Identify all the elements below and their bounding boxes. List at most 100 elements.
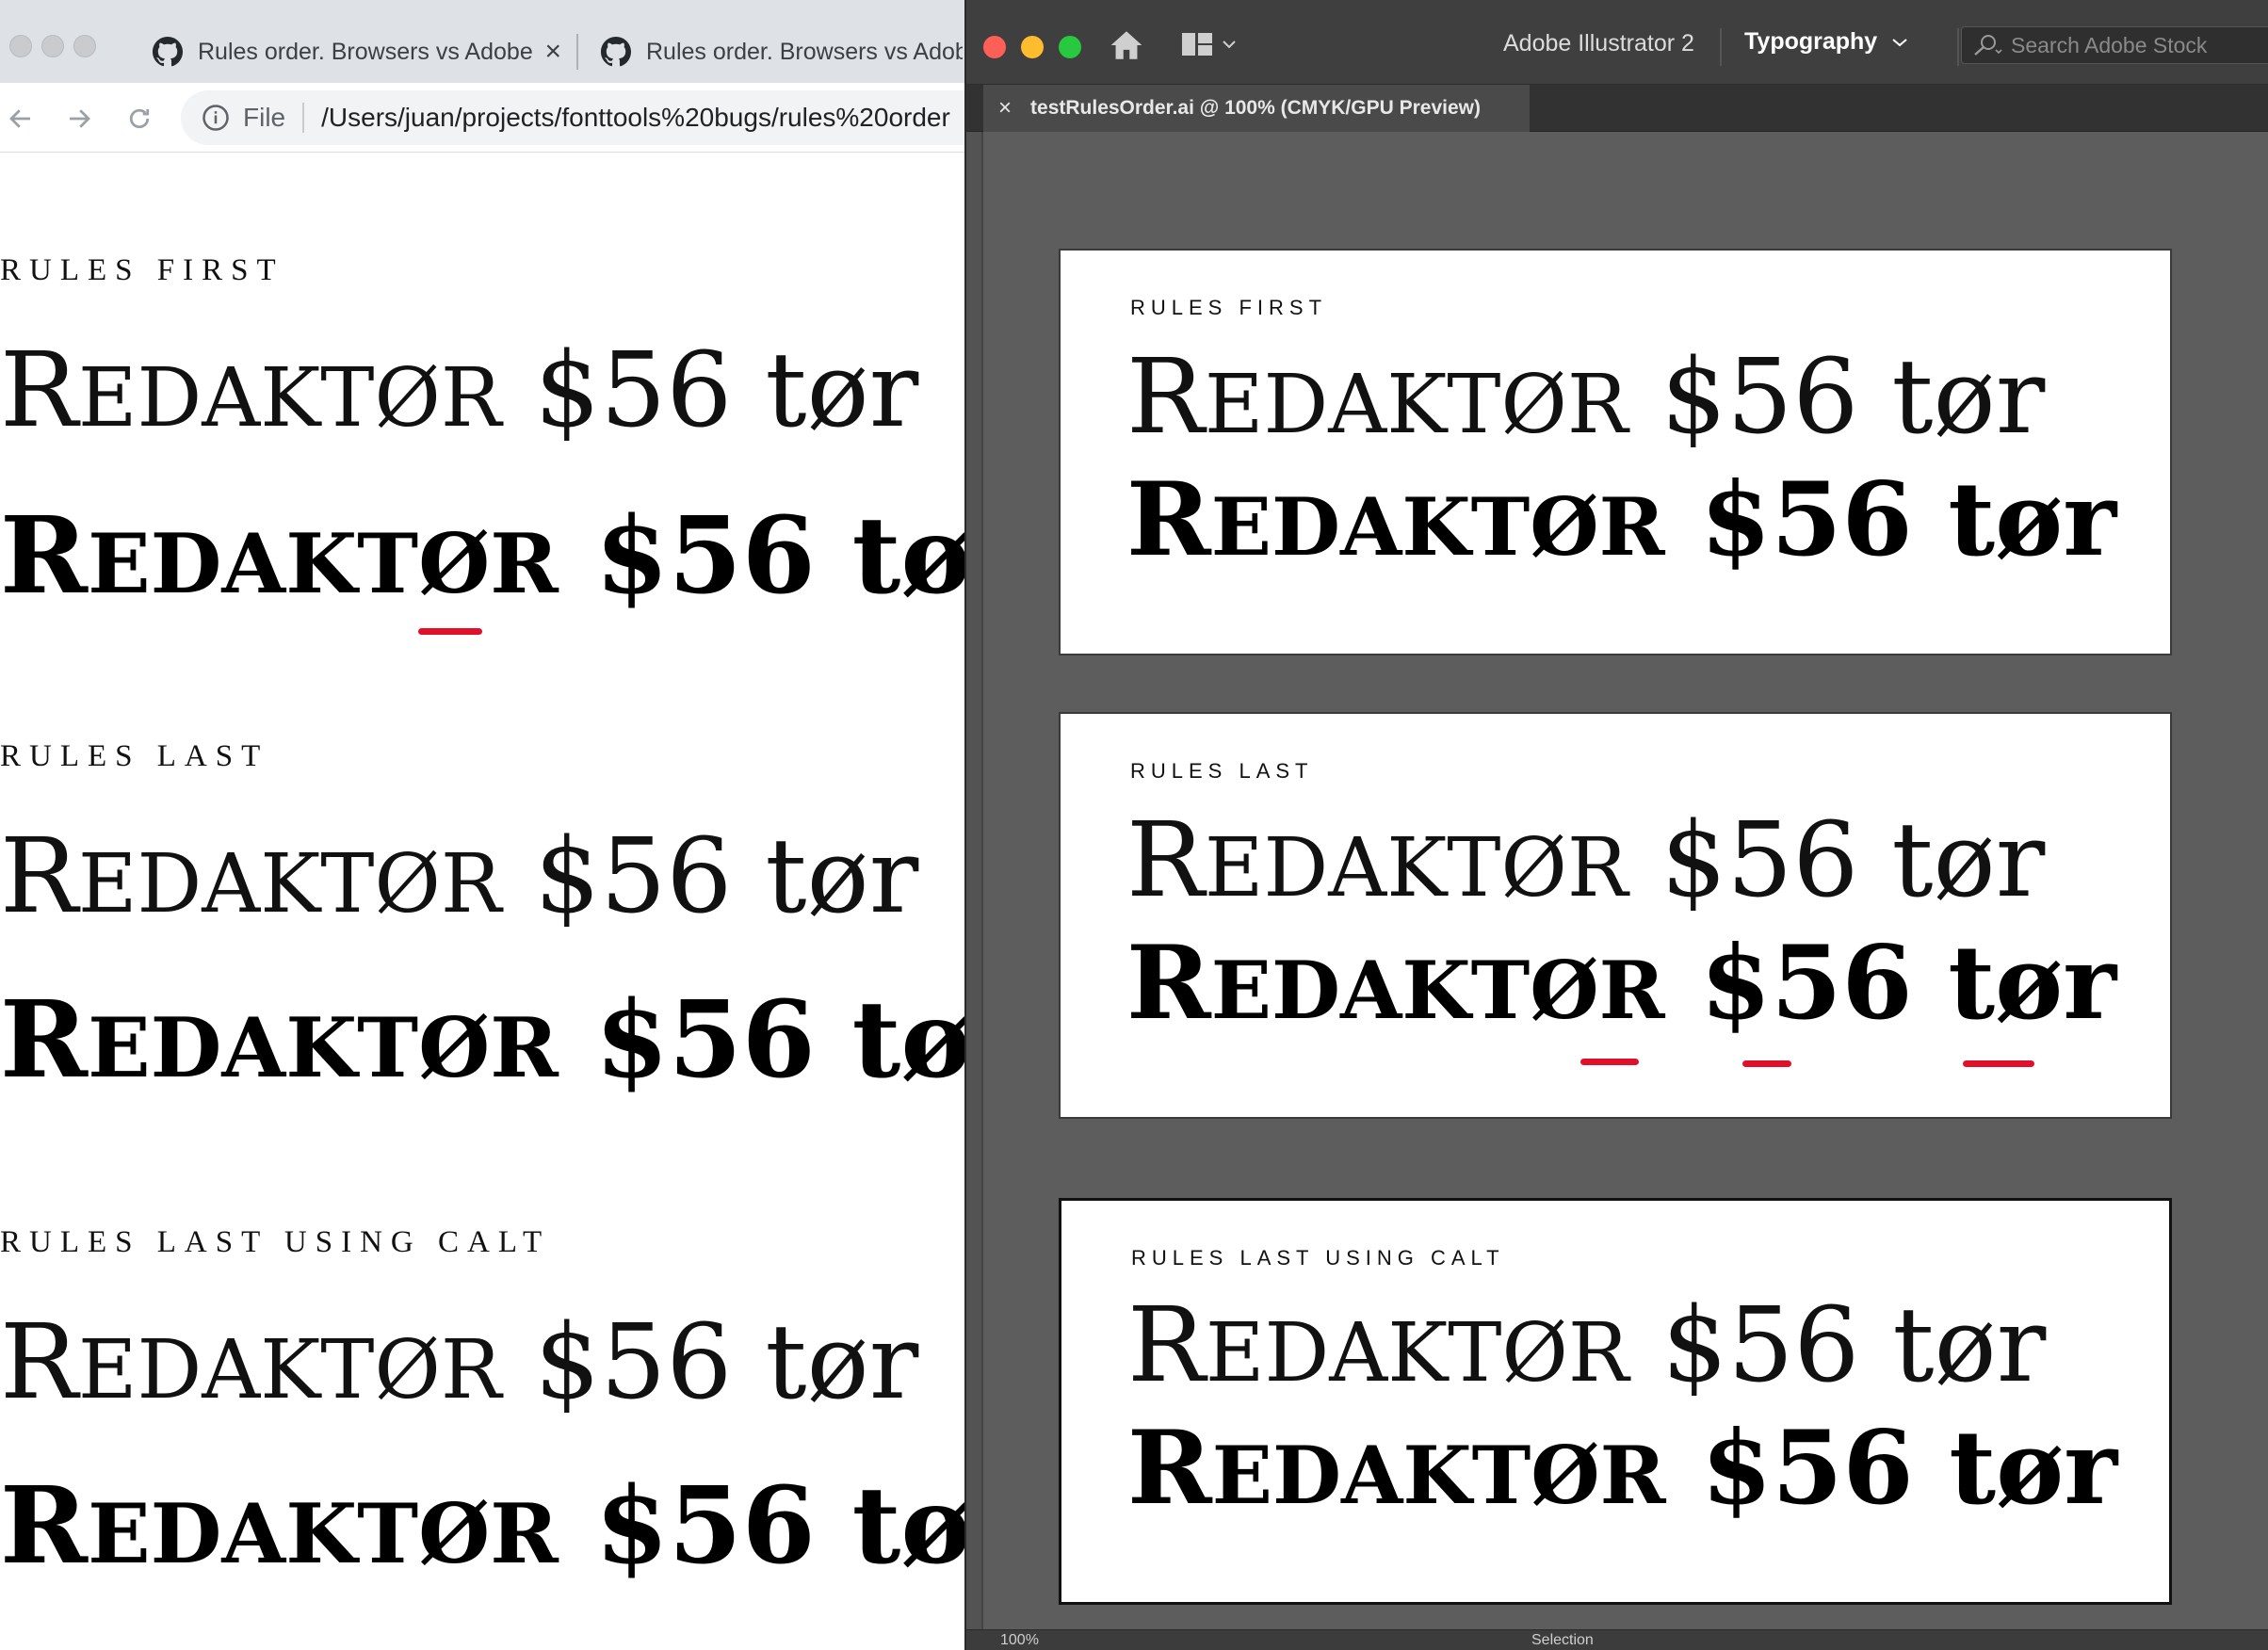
- specimen-smallcaps: EDAKTØR: [88, 999, 559, 1096]
- app-title: Adobe Illustrator 2: [1503, 30, 1694, 57]
- github-icon: [153, 37, 183, 67]
- app-bar: Adobe Illustrator 2 Typography Search Ad…: [966, 0, 2268, 85]
- window-minimize-dot[interactable]: [41, 35, 64, 57]
- layout-grid-icon: [1182, 33, 1212, 56]
- artboard-label: RULES LAST USING CALT: [1131, 1246, 1505, 1270]
- browser-tab-strip: Rules order. Browsers vs Adobe × Rules o…: [0, 0, 970, 83]
- reload-icon: [129, 108, 150, 129]
- artboard-rules-last[interactable]: RULES LAST REDAKTØR $56 tør REDAKTØR $56…: [1059, 712, 2172, 1119]
- omnibox-divider: [302, 103, 305, 133]
- specimen-rest: $56 tør: [594, 494, 970, 618]
- specimen-rest: $56 tør: [1628, 800, 2046, 920]
- page-content: RULES FIRST REDAKTØR $56 tør REDAKTØR $5…: [0, 154, 970, 1650]
- current-tool: Selection: [1531, 1632, 1594, 1648]
- section-label-rules-last-calt: RULES LAST USING CALT: [0, 1225, 551, 1259]
- forward-button[interactable]: [58, 98, 100, 139]
- highlight-mark: [1580, 1059, 1639, 1065]
- info-icon[interactable]: [202, 104, 230, 132]
- specimen-cap: R: [0, 979, 89, 1102]
- browser-window: Rules order. Browsers vs Adobe × Rules o…: [0, 0, 970, 1650]
- specimen-rest: $56 tør: [1664, 461, 2117, 579]
- specimen-cap: R: [1126, 461, 1211, 579]
- specimen-bold[interactable]: REDAKTØR $56 tør: [1126, 932, 2116, 1034]
- specimen-regular[interactable]: REDAKTØR $56 tør: [1127, 1293, 2046, 1397]
- specimen-bold[interactable]: REDAKTØR $56 tør: [1127, 1417, 2117, 1519]
- specimen-bold: REDAKTØR $56 tør: [0, 988, 970, 1093]
- specimen-smallcaps: EDAKTØR: [1210, 480, 1665, 574]
- github-icon: [601, 37, 631, 67]
- specimen-cap: R: [1126, 800, 1205, 920]
- specimen-regular[interactable]: REDAKTØR $56 tør: [1126, 808, 2045, 912]
- browser-tab-1[interactable]: Rules order. Browsers vs Adobe ×: [132, 21, 575, 83]
- document-tab-strip: × testRulesOrder.ai @ 100% (CMYK/GPU Pre…: [966, 85, 2268, 132]
- specimen-cap: R: [0, 1464, 89, 1588]
- address-bar[interactable]: File /Users/juan/projects/fonttools%20bu…: [181, 90, 970, 145]
- mac-close-button[interactable]: [983, 36, 1006, 58]
- specimen-bold: REDAKTØR $56 tør: [0, 1474, 970, 1579]
- specimen-rest: $56 tør: [1665, 1409, 2118, 1528]
- zoom-level[interactable]: 100%: [1000, 1632, 1039, 1649]
- specimen-rest: $56 tør: [1628, 1285, 2047, 1405]
- document-tab-title: testRulesOrder.ai @ 100% (CMYK/GPU Previ…: [1030, 97, 1481, 119]
- close-document-icon[interactable]: ×: [998, 95, 1012, 121]
- highlight-mark: [1742, 1060, 1791, 1067]
- document-tab[interactable]: × testRulesOrder.ai @ 100% (CMYK/GPU Pre…: [983, 85, 1530, 132]
- browser-tab-2[interactable]: Rules order. Browsers vs Adobe: [580, 21, 970, 83]
- forward-arrow-icon: [70, 109, 90, 128]
- back-arrow-icon: [9, 109, 30, 128]
- artboard-rules-last-calt[interactable]: RULES LAST USING CALT REDAKTØR $56 tør R…: [1059, 1198, 2172, 1605]
- chevron-down-icon: [1892, 38, 1907, 46]
- back-button[interactable]: [0, 98, 41, 139]
- specimen-cap: R: [0, 330, 78, 450]
- specimen-rest: $56 tør: [501, 816, 919, 936]
- search-icon: [1974, 35, 2002, 56]
- specimen-regular: REDAKTØR $56 tør: [0, 824, 918, 928]
- specimen-cap: R: [1126, 924, 1211, 1043]
- specimen-smallcaps: EDAKTØR: [1211, 1429, 1666, 1522]
- arrange-documents-button[interactable]: [1181, 32, 1236, 57]
- specimen-bold: REDAKTØR $56 tør: [0, 504, 970, 609]
- home-icon[interactable]: [1108, 28, 1145, 62]
- specimen-smallcaps: EDAKTØR: [88, 515, 559, 612]
- url-text[interactable]: /Users/juan/projects/fonttools%20bugs/ru…: [321, 103, 950, 133]
- specimen-rest: $56 tør: [594, 1464, 970, 1588]
- specimen-smallcaps: EDAKTØR: [88, 1485, 559, 1582]
- specimen-smallcaps: EDAKTØR: [1205, 1306, 1629, 1400]
- specimen-smallcaps: EDAKTØR: [1210, 944, 1665, 1037]
- browser-tab-title: Rules order. Browsers vs Adobe: [646, 38, 963, 65]
- specimen-cap: R: [0, 494, 89, 618]
- browser-toolbar: File /Users/juan/projects/fonttools%20bu…: [0, 83, 970, 153]
- tab-separator: [576, 34, 578, 70]
- specimen-rest: $56 tør: [501, 1302, 919, 1422]
- section-label-rules-first: RULES FIRST: [0, 253, 284, 287]
- browser-tab-title: Rules order. Browsers vs Adobe: [198, 38, 533, 65]
- specimen-smallcaps: EDAKTØR: [77, 351, 502, 445]
- artboard-rules-first[interactable]: RULES FIRST REDAKTØR $56 tør REDAKTØR $5…: [1059, 249, 2172, 655]
- status-bar: 100% Selection: [966, 1629, 2268, 1650]
- artboard-canvas[interactable]: RULES FIRST REDAKTØR $56 tør REDAKTØR $5…: [981, 132, 2268, 1629]
- specimen-regular[interactable]: REDAKTØR $56 tør: [1126, 345, 2045, 448]
- search-placeholder: Search Adobe Stock: [2011, 32, 2208, 57]
- specimen-rest: $56 tør: [1664, 924, 2117, 1043]
- reload-button[interactable]: [119, 98, 160, 139]
- specimen-rest: $56 tør: [594, 979, 970, 1102]
- specimen-cap: R: [0, 816, 78, 936]
- highlight-mark: [418, 628, 482, 635]
- specimen-rest: $56 tør: [1628, 336, 2046, 457]
- scheme-label: File: [243, 103, 286, 132]
- specimen-bold[interactable]: REDAKTØR $56 tør: [1126, 469, 2116, 571]
- workspace-label: Typography: [1744, 28, 1878, 55]
- window-zoom-dot[interactable]: [73, 35, 96, 57]
- specimen-rest: $56 tør: [501, 330, 919, 450]
- window-close-dot[interactable]: [9, 35, 32, 57]
- specimen-smallcaps: EDAKTØR: [77, 1323, 502, 1417]
- specimen-regular: REDAKTØR $56 tør: [0, 1310, 918, 1414]
- specimen-smallcaps: EDAKTØR: [1204, 358, 1628, 452]
- mac-minimize-button[interactable]: [1021, 36, 1044, 58]
- artboard-label: RULES LAST: [1130, 759, 1314, 783]
- specimen-regular: REDAKTØR $56 tør: [0, 338, 918, 442]
- mac-zoom-button[interactable]: [1059, 36, 1081, 58]
- workspace-switcher[interactable]: Typography: [1744, 28, 1907, 56]
- close-tab-icon[interactable]: ×: [544, 38, 561, 66]
- adobe-stock-search[interactable]: Search Adobe Stock: [1961, 26, 2268, 64]
